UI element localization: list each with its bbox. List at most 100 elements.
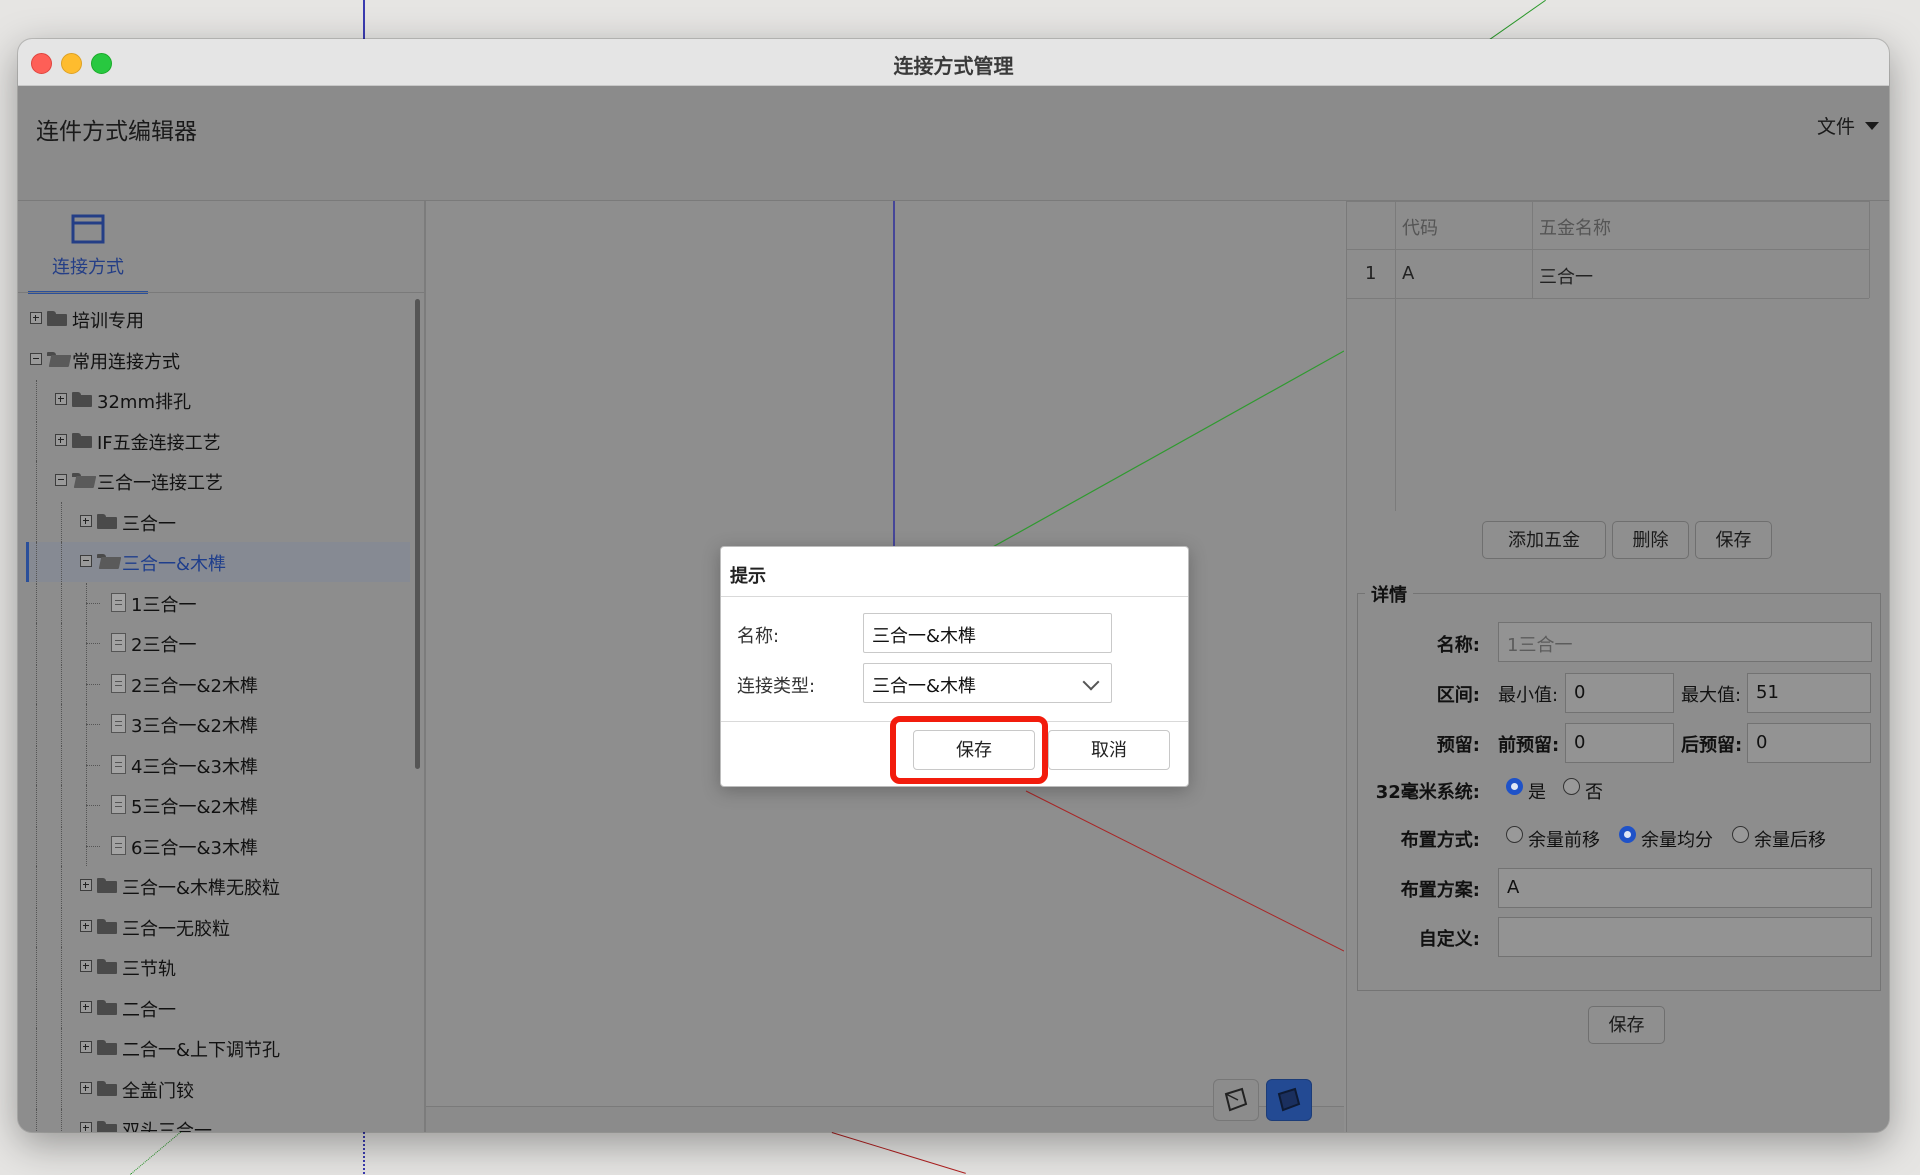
add-hardware-button[interactable]: 添加五金 (1482, 521, 1606, 559)
folder-icon (47, 311, 67, 326)
perspective-view-button[interactable] (1213, 1079, 1259, 1121)
tree-item-label: IF五金连接工艺 (97, 433, 221, 454)
document-icon (111, 633, 126, 652)
folder-open-icon (72, 473, 97, 488)
delete-hardware-button[interactable]: 删除 (1612, 521, 1689, 559)
tab-connection-methods[interactable]: 连接方式 (28, 205, 148, 294)
system32-no-radio[interactable] (1563, 778, 1580, 795)
expand-icon[interactable] (80, 879, 92, 891)
tree-item-file[interactable]: 3三合一&2木榫 (26, 704, 410, 744)
folder-icon (97, 878, 117, 893)
expand-icon[interactable] (55, 393, 67, 405)
tree-item-label: 三合一 (122, 514, 176, 535)
expand-icon[interactable] (30, 312, 42, 324)
tree-item-folder[interactable]: 培训专用 (26, 299, 410, 339)
tree-item-folder[interactable]: 常用连接方式 (26, 340, 410, 380)
layout-back-label: 余量后移 (1754, 830, 1826, 851)
tree-item-folder[interactable]: IF五金连接工艺 (26, 421, 410, 461)
background-blue-dotted-axis (363, 1132, 365, 1174)
document-icon (111, 755, 126, 774)
custom-label: 自定义: (1418, 929, 1480, 950)
dialog-name-label: 名称: (737, 626, 780, 647)
viewport-toolbar (426, 1106, 1344, 1132)
tree-item-label: 培训专用 (72, 311, 144, 332)
folder-icon (97, 1040, 117, 1055)
document-icon (111, 674, 126, 693)
tree-item-label: 三节轨 (122, 959, 176, 980)
layout-scheme-label: 布置方案: (1400, 880, 1480, 901)
min-value-field[interactable]: 0 (1565, 673, 1674, 713)
layout-even-radio[interactable] (1619, 826, 1636, 843)
max-value-field[interactable]: 51 (1747, 673, 1871, 713)
app-header: 连件方式编辑器 文件 (18, 86, 1889, 201)
expand-icon[interactable] (80, 960, 92, 972)
tree-item-label: 常用连接方式 (72, 352, 180, 373)
expand-icon[interactable] (80, 1041, 92, 1053)
layout-front-radio[interactable] (1506, 826, 1523, 843)
tree-item-file[interactable]: 2三合一&2木榫 (26, 664, 410, 704)
collapse-icon[interactable] (30, 353, 42, 365)
dialog-cancel-button[interactable]: 取消 (1048, 730, 1170, 770)
tree-item-file[interactable]: 6三合一&3木榫 (26, 826, 410, 866)
tree-item-label: 2三合一 (131, 635, 197, 656)
column-header-code[interactable]: 代码 (1402, 214, 1438, 240)
tree-item-label: 二合一&上下调节孔 (122, 1040, 281, 1061)
system32-yes-label: 是 (1528, 782, 1546, 803)
tree-scrollbar[interactable] (415, 299, 420, 769)
front-reserve-field[interactable]: 0 (1565, 723, 1674, 763)
expand-icon[interactable] (55, 434, 67, 446)
dialog-name-input[interactable]: 三合一&木榫 (863, 613, 1112, 653)
file-menu[interactable]: 文件 (1817, 112, 1879, 139)
tree-item-folder[interactable]: 32mm排孔 (26, 380, 410, 420)
tree-item-folder[interactable]: 全盖门铰 (26, 1069, 410, 1109)
expand-icon[interactable] (80, 920, 92, 932)
collapse-icon[interactable] (55, 474, 67, 486)
collapse-icon[interactable] (80, 555, 92, 567)
tree-item-folder[interactable]: 三合一无胶粒 (26, 907, 410, 947)
layout-back-radio[interactable] (1732, 826, 1749, 843)
tab-divider (18, 292, 424, 293)
back-reserve-field[interactable]: 0 (1747, 723, 1871, 763)
tree-item-folder[interactable]: 三合一 (26, 502, 410, 542)
save-details-button[interactable]: 保存 (1588, 1006, 1665, 1044)
save-hardware-button[interactable]: 保存 (1695, 521, 1772, 559)
folder-icon (97, 1000, 117, 1015)
file-menu-label: 文件 (1816, 116, 1855, 138)
expand-icon[interactable] (80, 1001, 92, 1013)
dialog-type-select[interactable]: 三合一&木榫 (863, 663, 1112, 703)
folder-icon (97, 1081, 117, 1096)
system32-yes-radio[interactable] (1506, 778, 1523, 795)
max-label: 最大值: (1681, 685, 1742, 706)
row-hardware-name: 三合一 (1539, 267, 1593, 288)
tree-item-folder[interactable]: 三合一连接工艺 (26, 461, 410, 501)
expand-icon[interactable] (80, 515, 92, 527)
tree-item-folder[interactable]: 三节轨 (26, 947, 410, 987)
expand-icon[interactable] (80, 1122, 92, 1132)
tree-item-file[interactable]: 4三合一&3木榫 (26, 745, 410, 785)
folder-icon (97, 514, 117, 529)
column-header-hardware-name[interactable]: 五金名称 (1539, 214, 1611, 240)
range-label: 区间: (1436, 685, 1480, 706)
tree-item-folder[interactable]: 二合一&上下调节孔 (26, 1028, 410, 1068)
window-icon (71, 214, 105, 244)
tree-item-folder[interactable]: 二合一 (26, 988, 410, 1028)
tree-item-folder[interactable]: 双头三合一 (26, 1109, 410, 1132)
table-row[interactable]: 1 A 三合一 (1347, 250, 1869, 298)
tree-item-file[interactable]: 2三合一 (26, 623, 410, 663)
name-field[interactable]: 1三合一 (1498, 622, 1872, 662)
chevron-down-icon (1082, 673, 1100, 691)
tree-item-label: 三合一无胶粒 (122, 919, 230, 940)
tree-item-folder[interactable]: 三合一&木榫无胶粒 (26, 866, 410, 906)
tree-item-file[interactable]: 1三合一 (26, 583, 410, 623)
tree-item-label: 2三合一&2木榫 (131, 676, 258, 697)
layout-scheme-field[interactable]: A (1498, 868, 1872, 908)
expand-icon[interactable] (80, 1082, 92, 1094)
folder-icon (97, 959, 117, 974)
tree-item-file[interactable]: 5三合一&2木榫 (26, 785, 410, 825)
plane-view-button[interactable] (1266, 1079, 1312, 1121)
custom-field[interactable] (1498, 917, 1872, 957)
layout-front-label: 余量前移 (1528, 830, 1600, 851)
folder-icon (97, 919, 117, 934)
system32-label: 32毫米系统: (1375, 782, 1480, 803)
tree-item-folder[interactable]: 三合一&木榫 (26, 542, 410, 582)
